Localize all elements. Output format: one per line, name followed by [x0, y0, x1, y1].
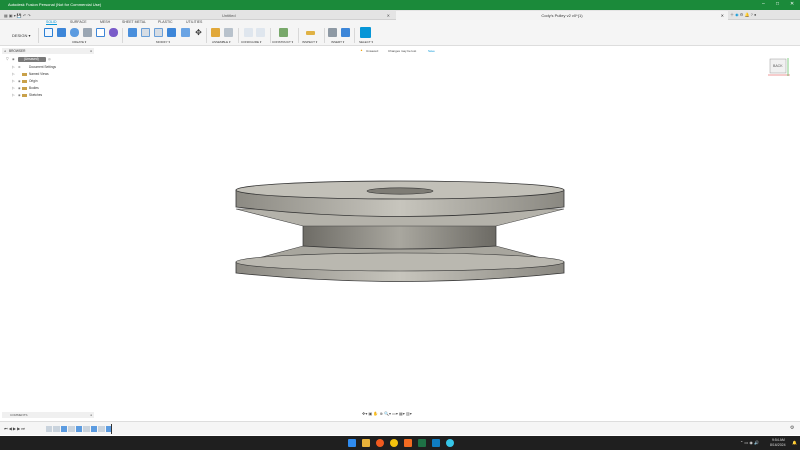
- grid-icon[interactable]: ▦▾: [399, 411, 405, 416]
- firefox-icon[interactable]: [376, 439, 384, 447]
- pan-icon[interactable]: ✋: [373, 411, 378, 416]
- viewcube[interactable]: BACK: [764, 56, 792, 78]
- pin-icon[interactable]: ●: [90, 413, 92, 417]
- clock-time[interactable]: 9:54 AM: [772, 438, 785, 442]
- notification-icon[interactable]: 🔔: [792, 440, 797, 445]
- timeline-settings-icon[interactable]: ⚙: [790, 425, 794, 431]
- viewcube-face-label: BACK: [773, 64, 783, 68]
- start-icon[interactable]: [348, 439, 356, 447]
- timeline-feature[interactable]: [53, 426, 60, 432]
- comments-panel: COMMENTS ●: [2, 412, 94, 418]
- edge-icon[interactable]: [446, 439, 454, 447]
- zoom-icon[interactable]: ⊕: [380, 411, 383, 416]
- orbit-icon[interactable]: ✥▾: [362, 411, 367, 416]
- timeline-feature[interactable]: [68, 426, 75, 432]
- timeline-feature[interactable]: [60, 426, 68, 432]
- comments-title: COMMENTS: [10, 413, 28, 417]
- viewport[interactable]: [0, 0, 800, 450]
- timeline-feature[interactable]: [46, 426, 53, 432]
- timeline-feature[interactable]: [83, 426, 90, 432]
- navigation-bar: ✥▾ ▣ ✋ ⊕ 🔍▾ ▭▾ ▦▾ ▥▾: [362, 411, 442, 418]
- timeline-feature[interactable]: [98, 426, 105, 432]
- chrome-icon[interactable]: [390, 439, 398, 447]
- fusion-icon[interactable]: [404, 439, 412, 447]
- fit-icon[interactable]: 🔍▾: [384, 411, 391, 416]
- taskbar: ⌃ ▭ ◉ 🔊 9:54 AM 8/16/2024 🔔: [0, 436, 800, 450]
- app-icon[interactable]: [432, 439, 440, 447]
- viewports-icon[interactable]: ▥▾: [406, 411, 412, 416]
- timeline-feature[interactable]: [90, 426, 98, 432]
- timeline-features[interactable]: [46, 426, 112, 432]
- clock-date[interactable]: 8/16/2024: [770, 443, 786, 447]
- pulley-model[interactable]: [235, 180, 565, 282]
- timeline-marker[interactable]: [111, 424, 112, 434]
- look-at-icon[interactable]: ▣: [368, 411, 372, 416]
- timeline: ⏮ ◀ ▶ ▶ ⏭ ⚙: [0, 421, 800, 435]
- timeline-controls[interactable]: ⏮ ◀ ▶ ▶ ⏭: [4, 426, 25, 431]
- excel-icon[interactable]: [418, 439, 426, 447]
- system-tray-icons[interactable]: ⌃ ▭ ◉ 🔊: [740, 440, 759, 445]
- file-explorer-icon[interactable]: [362, 439, 370, 447]
- timeline-feature[interactable]: [75, 426, 83, 432]
- display-settings-icon[interactable]: ▭▾: [392, 411, 398, 416]
